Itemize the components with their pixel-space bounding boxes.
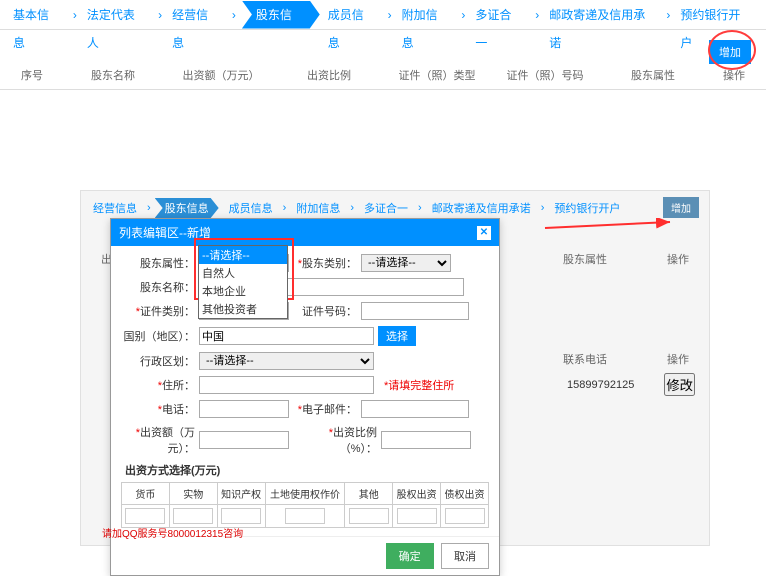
opt-other-investor[interactable]: 其他投资者 [199,300,287,318]
input-country[interactable] [199,327,374,345]
bc-legal[interactable]: 法定代表人 [79,1,156,29]
column-headers: 序号 股东名称 出资额（万元） 出资比例 证件（照）类型 证件（照）号码 股东属… [0,60,766,90]
bc-biz[interactable]: 经营信息 [164,1,230,29]
inv-col-1: 实物 [169,483,217,505]
modal-title-text: 列表编辑区--新增 [119,224,211,241]
col-op: 操作 [707,67,761,83]
select-admin-div[interactable]: --请选择-- [199,352,374,370]
pbc-addl[interactable]: 附加信息 [290,200,346,216]
add-button-top[interactable]: 增加 [709,40,751,64]
label-country: 国别（地区）： [121,328,195,344]
bc-multi[interactable]: 多证合一 [467,1,533,29]
address-note: *请填完整住所 [384,377,454,393]
input-invest-ratio[interactable] [381,431,471,449]
opt-natural-person[interactable]: 自然人 [199,264,287,282]
inv-in-3[interactable] [285,508,325,524]
col-certtype: 证件（照）类型 [383,67,491,83]
col-name: 股东名称 [59,67,167,83]
chevron-right-icon: › [147,202,151,214]
label-email: *电子邮件： [293,401,357,417]
edit-button[interactable]: 修改 [664,373,695,396]
chevron-right-icon: › [158,8,162,22]
inv-col-4: 其他 [345,483,393,505]
label-sh-name: 股东名称： [121,279,195,295]
col-attr: 股东属性 [599,67,707,83]
prev-hdr-attr: 股东属性 [563,251,607,267]
bc-basic[interactable]: 基本信息 [5,1,71,29]
chevron-right-icon: › [666,8,670,22]
top-breadcrumb: 基本信息› 法定代表人› 经营信息› 股东信息 成员信息› 附加信息› 多证合一… [0,0,766,30]
chevron-right-icon: › [541,202,545,214]
add-button-preview[interactable]: 增加 [663,197,699,218]
bc-addl[interactable]: 附加信息 [394,1,460,29]
prev-phone-value: 15899792125 [567,379,634,391]
prev-hdr-op: 操作 [667,251,689,267]
label-address: *住所： [121,377,195,393]
input-address[interactable] [199,376,374,394]
cancel-button[interactable]: 取消 [441,543,489,569]
opt-please-select[interactable]: --请选择-- [199,246,287,264]
invest-section-label: 出资方式选择(万元) [125,462,489,478]
inv-in-5[interactable] [397,508,437,524]
bc-member[interactable]: 成员信息 [320,1,386,29]
select-sh-type[interactable]: --请选择-- [361,254,451,272]
pbc-member[interactable]: 成员信息 [223,200,279,216]
input-cert-no[interactable] [361,302,469,320]
invest-table: 货币 实物 知识产权 土地使用权作价 其他 股权出资 债权出资 [121,482,489,528]
inv-col-2: 知识产权 [217,483,265,505]
pbc-shareholder[interactable]: 股东信息 [155,198,219,218]
pbc-multi[interactable]: 多证合一 [358,200,414,216]
pbc-bank[interactable]: 预约银行开户 [548,200,626,216]
inv-in-6[interactable] [445,508,485,524]
label-admin-div: 行政区划： [121,353,195,369]
confirm-button[interactable]: 确定 [386,543,434,569]
label-cert-no: 证件号码： [293,303,357,319]
chevron-right-icon: › [535,8,539,22]
chevron-right-icon: › [461,8,465,22]
inv-in-2[interactable] [221,508,261,524]
opt-local-enterprise[interactable]: 本地企业 [199,282,287,300]
modal-titlebar: 列表编辑区--新增 ✕ [111,219,499,246]
col-certno: 证件（照）号码 [491,67,599,83]
label-sh-attr: 股东属性： [121,255,195,271]
col-ratio: 出资比例 [275,67,383,83]
select-country-button[interactable]: 选择 [378,326,416,346]
inv-col-3: 土地使用权作价 [265,483,345,505]
chevron-right-icon: › [388,8,392,22]
chevron-right-icon: › [418,202,422,214]
col-amount: 出资额（万元） [167,67,275,83]
prev-hdr-phone: 联系电话 [563,351,607,367]
pbc-mail[interactable]: 邮政寄递及信用承诺 [426,200,537,216]
col-seq: 序号 [5,67,59,83]
chevron-right-icon: › [283,202,287,214]
input-phone[interactable] [199,400,289,418]
chevron-right-icon: › [350,202,354,214]
inv-in-0[interactable] [125,508,165,524]
preview-breadcrumb: 经营信息› 股东信息 成员信息› 附加信息› 多证合一› 邮政寄递及信用承诺› … [87,197,703,219]
inv-col-5: 股权出资 [393,483,441,505]
bc-bank[interactable]: 预约银行开户 [672,1,761,29]
chevron-right-icon: › [73,8,77,22]
label-invest-ratio: *出资比例（%）： [293,424,377,456]
label-phone: *电话： [121,401,195,417]
chevron-right-icon: › [232,8,236,22]
input-invest-amt[interactable] [199,431,289,449]
label-invest-amt: *出资额（万元）： [121,424,195,456]
inv-col-0: 货币 [122,483,170,505]
pbc-biz[interactable]: 经营信息 [87,200,143,216]
label-cert-type: *证件类别： [121,303,195,319]
bc-shareholder[interactable]: 股东信息 [242,1,320,29]
close-icon[interactable]: ✕ [477,226,491,240]
edit-modal: 列表编辑区--新增 ✕ 股东属性： --请选择-- *股东类别： --请选择--… [110,218,500,576]
input-email[interactable] [361,400,469,418]
label-sh-type: *股东类别： [293,255,357,271]
inv-col-6: 债权出资 [441,483,489,505]
bc-mail[interactable]: 邮政寄递及信用承诺 [541,1,664,29]
prev-hdr-op2: 操作 [667,351,689,367]
inv-in-4[interactable] [349,508,389,524]
inv-in-1[interactable] [173,508,213,524]
dropdown-sh-attr-open[interactable]: --请选择-- 自然人 本地企业 其他投资者 [198,245,288,319]
